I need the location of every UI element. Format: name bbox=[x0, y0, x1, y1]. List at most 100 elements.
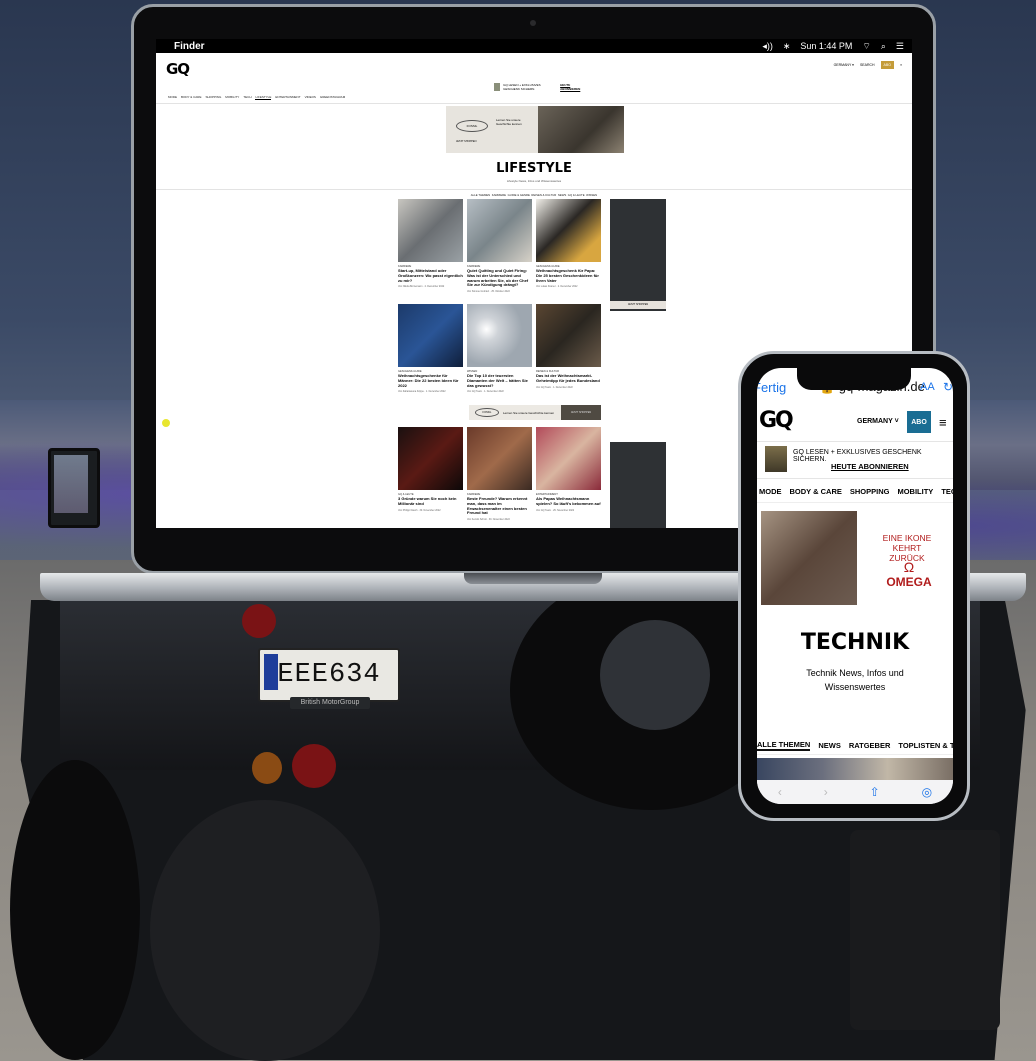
control-center-icon[interactable]: ☰ bbox=[896, 41, 904, 52]
plate-number: EEE634 bbox=[277, 660, 381, 690]
article-image[interactable] bbox=[398, 199, 463, 262]
inline-banner-ad[interactable]: FOSSIL Lernen Sie unsere Geschichte kenn… bbox=[469, 405, 601, 420]
omega-ad[interactable]: EINE IKONE KEHRT ZURÜCK Ω OMEGA bbox=[761, 511, 945, 609]
tail-light-top bbox=[242, 604, 276, 638]
reader-aa-icon[interactable]: AA bbox=[920, 381, 935, 393]
article-card[interactable]: GQ & LEUTE 3 Gründe warum Sie noch kein … bbox=[398, 427, 463, 512]
filter-karriere[interactable]: KARRIERE bbox=[492, 193, 506, 197]
nav-item-tech[interactable]: TEC bbox=[941, 487, 953, 496]
topic-tabs: ALLE THEMEN NEWS RATGEBER TOPLISTEN & TE… bbox=[757, 736, 953, 755]
article-card[interactable]: KARRIERE Quiet Quitting und Quiet Firing… bbox=[467, 199, 532, 293]
nav-item-mobility[interactable]: MOBILITY bbox=[225, 95, 239, 100]
nav-item-shopping[interactable]: SHOPPING bbox=[205, 95, 221, 100]
article-title[interactable]: Als Papas Weihnachtsmann spielen? So läu… bbox=[536, 496, 601, 507]
nav-item-mode[interactable]: MODE bbox=[168, 95, 177, 100]
article-card[interactable]: ENTERTAINMENT Als Papas Weihnachtsmann s… bbox=[536, 427, 601, 512]
article-image-strip[interactable] bbox=[757, 758, 953, 780]
nav-item-greenstagram[interactable]: GREENSTAGRAM bbox=[320, 95, 345, 100]
reload-icon[interactable]: ↻ bbox=[943, 380, 953, 394]
article-image[interactable] bbox=[536, 199, 601, 262]
article-image[interactable] bbox=[398, 304, 463, 367]
mac-menubar: Finder ◂)) ∗ Sun 1:44 PM ⌔ ⌕ ☰ bbox=[156, 39, 912, 53]
spotlight-search-icon[interactable]: ⌕ bbox=[881, 41, 886, 52]
filter-guide[interactable]: GUIDE & GENRE bbox=[508, 193, 530, 197]
done-button[interactable]: Fertig bbox=[757, 380, 786, 395]
category-nav: MODE BODY & CARE SHOPPING MOBILITY TEC bbox=[757, 480, 953, 503]
ad-headline-line1: EINE IKONE KEHRT bbox=[882, 533, 932, 553]
filter-all[interactable]: ALLE THEMEN bbox=[471, 193, 490, 197]
promo-link[interactable]: HEUTE ABONNIEREN bbox=[560, 83, 584, 91]
article-title[interactable]: 3 Gründe warum Sie noch kein Millionär s… bbox=[398, 496, 463, 507]
article-card[interactable]: KARRIERE Start-up, Mittelstand oder Groß… bbox=[398, 199, 463, 288]
nav-item-entertainment[interactable]: ENTERTAINMENT bbox=[275, 95, 300, 100]
wifi-icon[interactable]: ⌔ bbox=[862, 41, 870, 52]
article-meta: Von Kerstin Schott · 30. November 2022 bbox=[467, 518, 510, 522]
tab-toplisten[interactable]: TOPLISTEN & TES bbox=[898, 741, 953, 750]
filter-news[interactable]: NEWS bbox=[558, 193, 566, 197]
tab-ratgeber[interactable]: RATGEBER bbox=[849, 741, 891, 750]
article-card[interactable]: GESCHENK-GUIDE Weihnachtsgeschenke für M… bbox=[398, 304, 463, 393]
country-selector[interactable]: GERMANY ▾ bbox=[834, 63, 854, 67]
article-title[interactable]: Quiet Quitting und Quiet Firing: Was ist… bbox=[467, 268, 532, 288]
side-ad[interactable]: JETZT SHOPPEN bbox=[610, 199, 666, 311]
article-meta: Von GQ Team · 1. Dezember 2022 bbox=[536, 385, 573, 389]
filter-reisen[interactable]: REISEN & KULTUR bbox=[531, 193, 556, 197]
bluetooth-icon[interactable]: ∗ bbox=[783, 41, 791, 52]
article-card[interactable]: REISEN & KULTUR Das ist der Weihnachtsma… bbox=[536, 304, 601, 389]
nav-item-tech[interactable]: TECH bbox=[243, 95, 251, 100]
banner-link[interactable]: HEUTE ABONNIEREN bbox=[831, 462, 909, 471]
back-icon[interactable]: ‹ bbox=[778, 785, 782, 799]
article-title[interactable]: Beste Freunde? Warum erkennt man, dass m… bbox=[467, 496, 532, 516]
nav-item-body-care[interactable]: BODY & CARE bbox=[790, 487, 842, 496]
article-card[interactable]: WISSEN Die Top 10 der teuersten Diamante… bbox=[467, 304, 532, 393]
site-logo[interactable]: GQ bbox=[759, 408, 794, 433]
phone-screen: Fertig 🔒 gq-magazin.de AA ↻ GQ GERMANY ˅… bbox=[757, 368, 953, 804]
article-title[interactable]: Start-up, Mittelstand oder Großkonzern: … bbox=[398, 268, 463, 283]
tab-alle-themen[interactable]: ALLE THEMEN bbox=[757, 740, 811, 751]
hamburger-menu-icon[interactable]: ≡ bbox=[939, 415, 947, 430]
nav-item-lifestyle[interactable]: LIFESTYLE bbox=[255, 95, 272, 100]
menubar-status: ◂)) ∗ Sun 1:44 PM ⌔ ⌕ ☰ bbox=[762, 41, 904, 52]
menubar-clock[interactable]: Sun 1:44 PM bbox=[800, 41, 852, 52]
article-card[interactable]: GESCHENK-GUIDE Weihnachtsgeschenk für Pa… bbox=[536, 199, 601, 288]
article-image[interactable] bbox=[536, 304, 601, 367]
article-title[interactable]: Weihnachtsgeschenke für Männer: Die 22 b… bbox=[398, 373, 463, 388]
article-image[interactable] bbox=[536, 427, 601, 490]
nav-item-body-care[interactable]: BODY & CARE bbox=[181, 95, 201, 100]
filter-wissen[interactable]: WISSEN bbox=[586, 193, 597, 197]
ad-cta[interactable]: JETZT SHOPPEN bbox=[561, 405, 601, 420]
nav-item-videos[interactable]: VIDEOS bbox=[305, 95, 316, 100]
nav-item-shopping[interactable]: SHOPPING bbox=[850, 487, 890, 496]
top-banner-ad[interactable]: FOSSIL Lernen Sie unsere Geschichte kenn… bbox=[446, 106, 624, 153]
hamburger-menu-icon[interactable]: ≡ bbox=[900, 63, 902, 67]
article-title[interactable]: Weihnachtsgeschenk für Papa: Die 25 best… bbox=[536, 268, 601, 283]
article-title[interactable]: Das ist der Weihnachtsmarkt-Geheimtipp f… bbox=[536, 373, 601, 384]
country-selector[interactable]: GERMANY ˅ bbox=[857, 418, 899, 425]
nav-item-mode[interactable]: MODE bbox=[759, 487, 782, 496]
license-plate: EEE634 bbox=[258, 648, 400, 702]
abo-button[interactable]: ABO bbox=[880, 61, 894, 69]
filter-leute[interactable]: GQ & LEUTE bbox=[568, 193, 585, 197]
article-card[interactable]: KARRIERE Beste Freunde? Warum erkennt ma… bbox=[467, 427, 532, 521]
article-image[interactable] bbox=[467, 427, 532, 490]
side-ad-label[interactable]: JETZT SHOPPEN bbox=[610, 301, 666, 309]
article-image[interactable] bbox=[467, 199, 532, 262]
site-logo[interactable]: GQ bbox=[166, 60, 190, 78]
volume-icon[interactable]: ◂)) bbox=[762, 41, 773, 52]
nav-item-mobility[interactable]: MOBILITY bbox=[897, 487, 933, 496]
forward-icon[interactable]: › bbox=[824, 785, 828, 799]
compass-icon[interactable]: ◎ bbox=[922, 785, 932, 799]
article-title[interactable]: Die Top 10 der teuersten Diamanten der W… bbox=[467, 373, 532, 388]
page-title: LIFESTYLE bbox=[496, 161, 572, 176]
ad-cta[interactable]: JETZT SHOPPEN bbox=[456, 140, 476, 143]
abo-button[interactable]: ABO bbox=[907, 411, 931, 433]
menu-app-name[interactable]: Finder bbox=[174, 41, 205, 52]
share-icon[interactable]: ⇧ bbox=[870, 785, 880, 799]
search-link[interactable]: SEARCH bbox=[860, 63, 875, 67]
article-image[interactable] bbox=[467, 304, 532, 367]
article-image[interactable] bbox=[398, 427, 463, 490]
tab-news[interactable]: NEWS bbox=[818, 741, 841, 750]
scroll-indicator-icon[interactable] bbox=[162, 419, 170, 427]
page-title: TECHNIK bbox=[800, 630, 910, 655]
side-ad[interactable] bbox=[610, 442, 666, 528]
